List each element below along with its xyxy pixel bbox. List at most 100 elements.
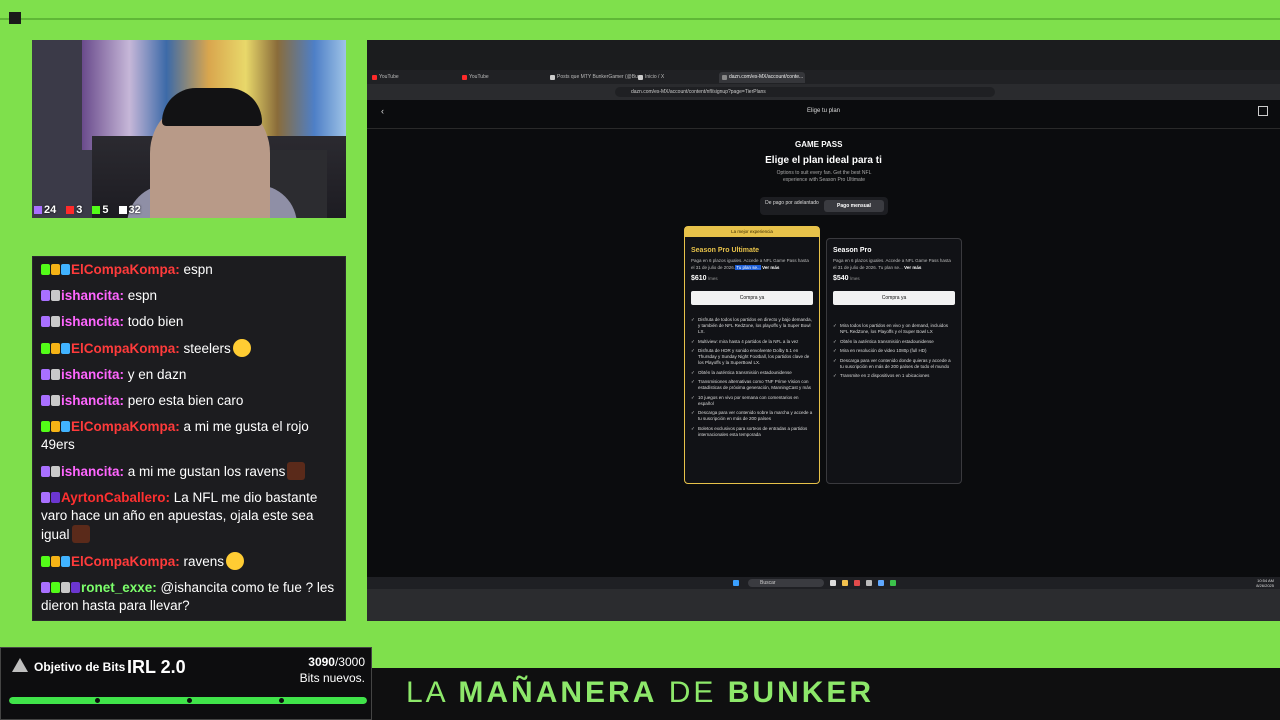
banner-part: BUNKER: [727, 676, 875, 709]
chat-message: ishancita: y en dazn: [33, 362, 345, 388]
billing-toggle[interactable]: De pago por adelantado Pago mensual: [760, 197, 888, 215]
page-top-title: Elige tu plan: [806, 108, 841, 114]
chat-username[interactable]: ishancita:: [61, 288, 124, 303]
chat-username[interactable]: ishancita:: [61, 367, 124, 382]
feature-item: Obtén la auténtica transmisión estadouni…: [833, 339, 955, 345]
browser-tab[interactable]: YouTube: [459, 72, 555, 83]
grid-menu-icon[interactable]: [1258, 106, 1268, 116]
taskbar-search[interactable]: Buscar: [748, 579, 824, 587]
screen-share: YouTube YouTube Posts que MTY BunkerGamer …: [367, 40, 1280, 621]
badge-icon: [41, 582, 50, 593]
banner-part: MAÑANERA: [458, 676, 658, 709]
task-view-icon[interactable]: [830, 580, 836, 586]
address-bar: dazn.com/es-MX/account/content/nfl/signu…: [367, 84, 1280, 100]
badge-icon: [41, 264, 50, 275]
settings-icon[interactable]: [866, 580, 872, 586]
badge-icon: [51, 343, 60, 354]
buy-now-button[interactable]: Compra ya: [833, 291, 955, 305]
badge-icon: [41, 395, 50, 406]
chat-message: ishancita: espn: [33, 283, 345, 309]
see-more-link[interactable]: Ver más: [903, 265, 921, 270]
chat-text: ravens: [179, 554, 225, 569]
goal-marker: [279, 698, 284, 703]
feature-item: Disfruta de HDR y sonido envolvente Dolb…: [691, 348, 813, 366]
badge-icon: [51, 466, 60, 477]
chat-username[interactable]: ElCompaKompa:: [71, 419, 180, 434]
banner-part: LA: [406, 676, 459, 709]
browser-tab[interactable]: Posts que MTY BunkerGamer (@Bu...: [547, 72, 643, 83]
chat-text: todo bien: [124, 314, 184, 329]
price-amount: $540: [833, 275, 849, 282]
feature-item: Transmite en 2 dispositivos en 1 ubicaci…: [833, 373, 955, 379]
badge-icon: [41, 492, 50, 503]
tab-favicon-icon: [462, 75, 467, 80]
viewer-count: 5: [102, 204, 109, 216]
show-banner: LA MAÑANERA DE BUNKER: [372, 668, 1280, 720]
chat-username[interactable]: ElCompaKompa:: [71, 262, 180, 277]
file-explorer-icon[interactable]: [842, 580, 848, 586]
see-more-link[interactable]: Ver más: [761, 265, 779, 270]
badge-icon: [61, 264, 70, 275]
badge-icon: [41, 421, 50, 432]
xbox-icon[interactable]: [890, 580, 896, 586]
game-pass-logo: GAME PASS: [795, 140, 843, 149]
top-divider: [0, 18, 1280, 20]
goal-title: Objetivo de Bits: [34, 660, 126, 674]
emote-icon: [71, 525, 90, 543]
feature-item: Descarga para ver contenido donde quiera…: [833, 358, 955, 370]
feature-item: Boletos exclusivos para sorteos de entra…: [691, 426, 813, 438]
plan-description: Paga en 6 plazos iguales. Accede a NFL G…: [833, 258, 955, 271]
badge-icon: [61, 343, 70, 354]
badge-icon: [61, 556, 70, 567]
browser-tab[interactable]: YouTube: [369, 72, 465, 83]
windows-start-icon[interactable]: [733, 580, 739, 586]
goal-count: 3090/3000 Bits nuevos.: [300, 654, 365, 686]
tab-favicon-icon: [372, 75, 377, 80]
viewer-count: 3: [76, 204, 83, 216]
twitch-icon: [34, 206, 42, 215]
tab-favicon-icon: [722, 75, 727, 80]
chat-username[interactable]: ElCompaKompa:: [71, 341, 180, 356]
badge-icon: [41, 316, 50, 327]
steam-icon[interactable]: [878, 580, 884, 586]
browser-tab[interactable]: Inicio / X: [635, 72, 727, 83]
emote-icon: [232, 339, 251, 357]
chat-text: pero esta bien caro: [124, 393, 244, 408]
tab-favicon-icon: [638, 75, 643, 80]
chat-text: espn: [124, 288, 158, 303]
badge-icon: [41, 466, 50, 477]
toggle-monthly[interactable]: Pago mensual: [824, 200, 884, 212]
brave-browser-icon[interactable]: [854, 580, 860, 586]
buy-now-button[interactable]: Compra ya: [691, 291, 813, 305]
chat-username[interactable]: ishancita:: [61, 393, 124, 408]
chat-username[interactable]: ronet_exxe:: [81, 580, 157, 595]
chat-text: espn: [179, 262, 213, 277]
browser-tab[interactable]: dazn.com/es-MX/account/conte...: [719, 72, 805, 83]
emote-icon: [226, 552, 245, 570]
chat-panel: ElCompaKompa: espn ishancita: espn ishanci…: [32, 256, 346, 621]
feature-item: Multiview: mira hasta 4 partidos de la N…: [691, 339, 813, 345]
chat-username[interactable]: ElCompaKompa:: [71, 554, 180, 569]
taskbar-clock: 10:54 AM 8/26/2025: [1256, 578, 1274, 588]
tab-favicon-icon: [550, 75, 555, 80]
chat-username[interactable]: ishancita:: [61, 464, 124, 479]
url-field[interactable]: dazn.com/es-MX/account/content/nfl/signu…: [615, 87, 995, 97]
clock-date: 8/26/2025: [1256, 583, 1274, 588]
badge-icon: [41, 556, 50, 567]
badge-icon: [51, 316, 60, 327]
plan-description: Paga en 6 plazos iguales. Accede a NFL G…: [691, 258, 813, 271]
badge-icon: [51, 556, 60, 567]
toggle-prepaid[interactable]: De pago por adelantado: [764, 200, 820, 212]
webcam-feed: [32, 40, 346, 218]
goal-target: /3000: [334, 655, 365, 669]
best-experience-ribbon: La mejor experiencia: [685, 227, 819, 237]
plan-subheadline: Options to suit every fan. Get the best …: [776, 170, 872, 183]
goal-name: IRL 2.0: [127, 657, 186, 677]
badge-icon: [41, 290, 50, 301]
chat-message: AyrtonCaballero: La NFL me dio bastante …: [33, 485, 345, 548]
badge-icon: [41, 343, 50, 354]
chat-message: ishancita: a mi me gustan los ravens: [33, 458, 345, 485]
viewer-count: 32: [128, 204, 141, 216]
chat-username[interactable]: AyrtonCaballero:: [61, 490, 170, 505]
chat-username[interactable]: ishancita:: [61, 314, 124, 329]
